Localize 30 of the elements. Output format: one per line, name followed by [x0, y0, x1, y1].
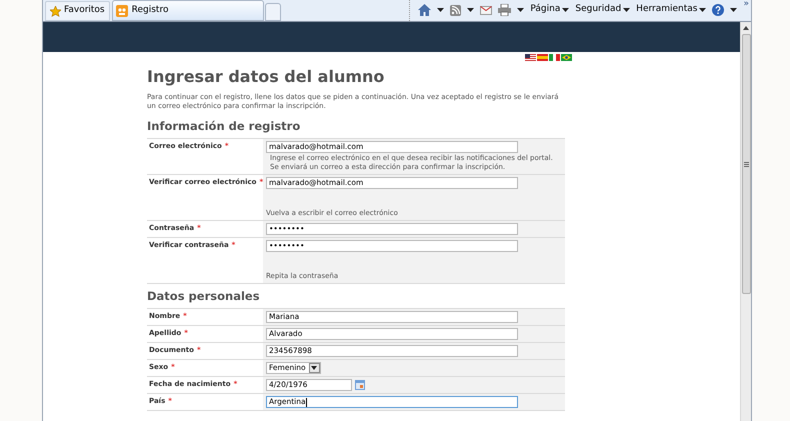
caret-icon — [730, 8, 738, 12]
overflow-chevron[interactable]: » — [743, 0, 749, 9]
caret-icon — [517, 8, 524, 12]
star-icon — [50, 6, 61, 16]
mail-icon[interactable] — [480, 6, 492, 14]
caret-icon — [699, 8, 706, 12]
caret-icon — [467, 8, 474, 12]
menu-button[interactable]: Seguridad — [575, 3, 630, 17]
feed-icon[interactable] — [450, 4, 462, 16]
dropdown-arrow-icon — [311, 366, 318, 370]
section-heading: Datos personales — [147, 289, 261, 303]
caret-icon — [437, 8, 444, 12]
caret-icon — [623, 8, 630, 12]
printer-icon[interactable] — [498, 4, 512, 16]
home-icon[interactable] — [418, 4, 432, 16]
section-heading: Información de registro — [147, 119, 302, 133]
browser-tab[interactable]: Registro — [112, 0, 264, 21]
calendar-icon[interactable] — [355, 380, 365, 390]
scroll-up-icon[interactable] — [743, 26, 749, 30]
menu-button[interactable]: Página — [530, 3, 570, 17]
scrollbar[interactable] — [740, 22, 751, 421]
flag-icon[interactable] — [525, 54, 536, 61]
grip-icon — [744, 162, 748, 166]
caret-icon — [562, 8, 570, 12]
favorites-button[interactable]: Favoritos — [45, 1, 110, 21]
page-title: Ingresar datos del alumno — [147, 67, 386, 87]
menu-button[interactable]: Herramientas — [636, 3, 706, 17]
flag-icon[interactable] — [561, 54, 572, 61]
help-icon[interactable] — [712, 4, 724, 16]
page-favicon — [116, 4, 128, 16]
